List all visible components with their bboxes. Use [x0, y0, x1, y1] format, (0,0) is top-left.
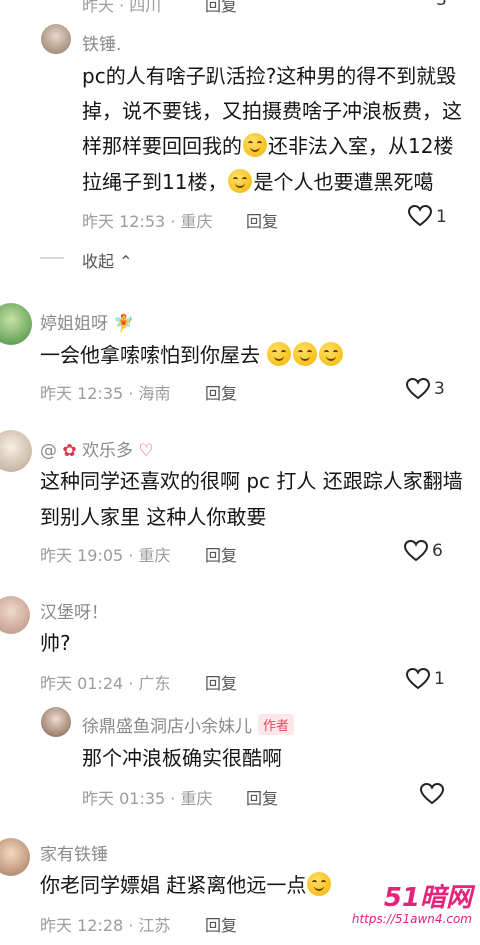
reply-button[interactable]: 回复 — [205, 380, 237, 404]
comment-meta: 昨天 01:24 · 广东 — [40, 674, 171, 693]
comment-text: 那个冲浪板确实很酷啊 — [82, 746, 282, 770]
flower-icon: ✿ — [62, 441, 77, 461]
heart-icon[interactable] — [408, 205, 432, 227]
comment-text-line: 样那样要回回我的 还非法入室，从12楼 — [82, 133, 454, 158]
reply-button[interactable]: 回复 — [205, 542, 237, 566]
commenter-name[interactable]: 汉堡呀！ — [40, 598, 108, 623]
fairy-icon: 🧚 — [113, 314, 135, 334]
reply-button[interactable]: 回复 — [246, 208, 278, 232]
avatar[interactable] — [41, 24, 71, 54]
commenter-name[interactable]: 铁锤. — [82, 30, 121, 55]
avatar[interactable] — [0, 430, 32, 472]
heart-icon[interactable] — [404, 540, 428, 562]
heart-decoration-icon: ♡ — [138, 441, 154, 461]
chevron-up-icon: ⌃ — [119, 252, 133, 271]
comment-meta: 昨天 01:35 · 重庆 — [82, 789, 213, 808]
comment-text-line: pc的人有啥子趴活捡?这种男的得不到就毁 — [82, 64, 457, 88]
commenter-name[interactable]: 婷姐姐呀 🧚 — [40, 309, 135, 334]
avatar[interactable] — [0, 303, 32, 345]
smile-emoji — [319, 342, 344, 366]
comment-meta: 昨天 12:53 · 重庆 — [82, 212, 213, 231]
like-count: 3 — [434, 379, 445, 399]
avatar[interactable] — [0, 596, 30, 634]
smile-emoji — [267, 342, 292, 366]
heart-icon[interactable] — [420, 783, 444, 805]
grin-sweat-emoji — [243, 133, 267, 157]
comment-text-line: 拉绳子到11楼， 是个人也要遭黑死噶 — [82, 169, 434, 194]
like-count: 1 — [436, 207, 447, 227]
partial-reply-button[interactable]: 回复 — [205, 0, 237, 16]
comment-meta: 昨天 12:28 · 江苏 — [40, 916, 171, 935]
watermark-brand: 51暗网 — [383, 883, 472, 913]
comment-list: 昨天 · 四川 回复 3 铁锤. pc的人有啥子趴活捡?这种男的得不到就毁 掉，… — [0, 0, 480, 945]
reply-button[interactable]: 回复 — [205, 912, 237, 936]
heart-icon[interactable] — [406, 378, 430, 400]
comment-text-line: 到别人家里 这种人你敢要 — [40, 505, 267, 529]
comment-text-line: 这种同学还喜欢的很啊 pc 打人 还跟踪人家翻墙 — [40, 469, 463, 493]
comment-text-line: 掉，说不要钱，又拍摄费啥子冲浪板费，这 — [82, 99, 462, 123]
swirl-icon: @ — [40, 441, 57, 461]
commenter-name[interactable]: 家有铁锤 — [40, 840, 108, 865]
collapse-button[interactable]: 收起 ⌃ — [82, 248, 133, 272]
avatar[interactable] — [0, 838, 30, 876]
reply-button[interactable]: 回复 — [205, 670, 237, 694]
grin-sweat-emoji — [228, 169, 253, 193]
reply-button[interactable]: 回复 — [246, 785, 278, 809]
comment-text: 一会他拿嗦嗦怕到你屋去 — [40, 339, 344, 372]
collapse-divider — [40, 257, 64, 259]
like-count: 6 — [432, 541, 443, 561]
comment-text: 帅? — [40, 631, 71, 655]
author-badge: 作者 — [258, 714, 295, 735]
heart-icon[interactable] — [406, 668, 430, 690]
partial-meta: 昨天 · 四川 — [82, 0, 162, 15]
avatar[interactable] — [41, 707, 71, 737]
watermark-url: https://51awn4.com — [351, 912, 472, 926]
partial-like-count: 3 — [436, 0, 447, 10]
like-count: 1 — [434, 669, 445, 689]
comment-text: 你老同学嫖娼 赶紧离他远一点 — [40, 869, 332, 902]
comment-meta: 昨天 12:35 · 海南 — [40, 384, 171, 403]
commenter-name[interactable]: 徐鼎盛鱼洞店小余妹儿 作者 — [82, 712, 295, 737]
smile-emoji — [293, 342, 318, 366]
comment-meta: 昨天 19:05 · 重庆 — [40, 546, 171, 565]
commenter-name[interactable]: @ ✿ 欢乐多 ♡ — [40, 436, 154, 461]
watermark-logo: 51暗网 https://51awn4.com — [322, 884, 472, 934]
